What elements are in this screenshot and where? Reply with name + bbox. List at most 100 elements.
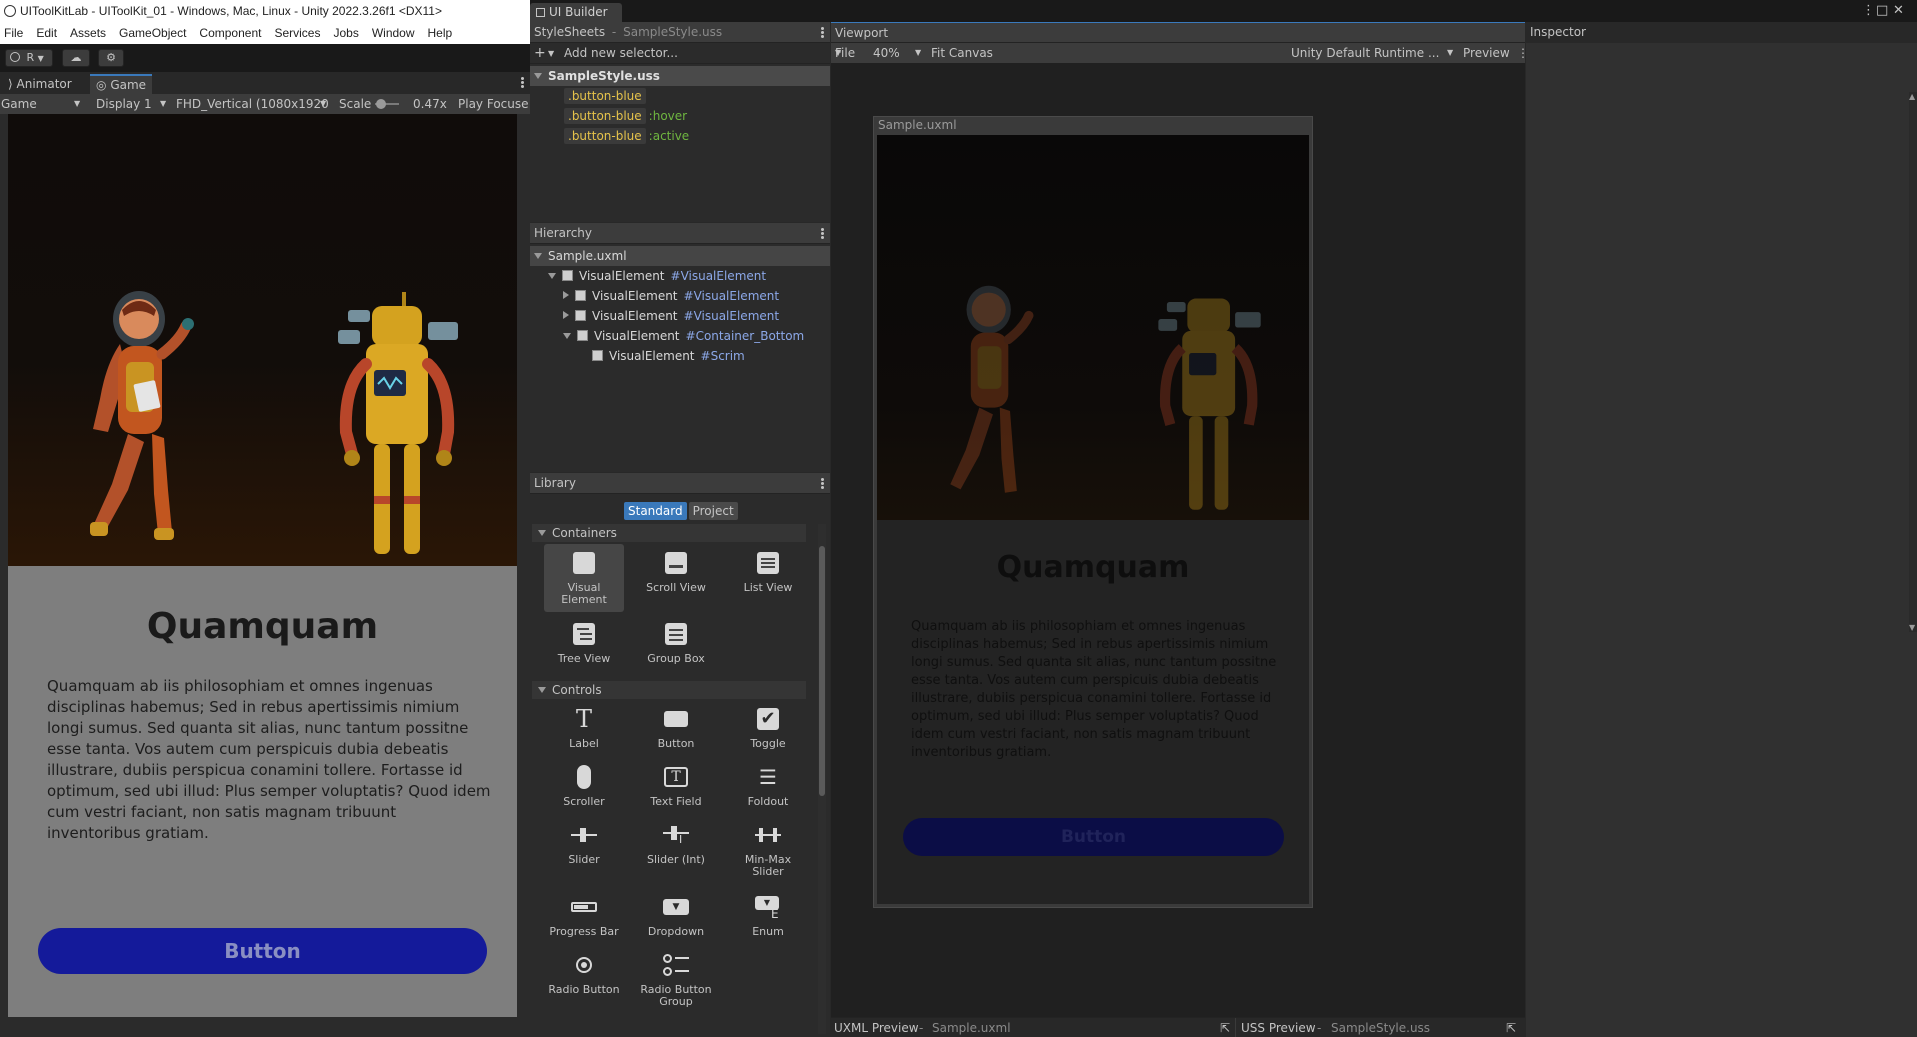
selector-row[interactable]: .button-blue:hover <box>530 106 687 126</box>
library-scroll-view[interactable]: Scroll View <box>636 544 716 598</box>
theme-dropdown[interactable]: Unity Default Runtime ... <box>1291 43 1439 63</box>
library-tree-view[interactable]: Tree View <box>544 615 624 669</box>
hierarchy-title: Hierarchy <box>534 226 593 240</box>
library-enum[interactable]: ▼ E Enum <box>728 888 808 942</box>
chevron-down-icon[interactable] <box>563 333 571 339</box>
add-selector-field[interactable]: Add new selector... <box>564 46 678 60</box>
chevron-down-icon: ▼ <box>160 99 167 108</box>
uss-preview-label[interactable]: USS Preview <box>1241 1018 1316 1037</box>
selector-row[interactable]: .button-blue:active <box>530 126 689 146</box>
scroll-down-icon[interactable]: ▼ <box>1909 623 1915 632</box>
preview-button[interactable]: Preview <box>1463 43 1510 63</box>
chevron-down-icon: ▼ <box>915 48 922 57</box>
library-item-label: Group Box <box>647 652 705 665</box>
canvas-frame[interactable]: Sample.uxml Quamquam Quamquam ab iis phi… <box>873 116 1313 908</box>
list-view-icon <box>755 550 781 576</box>
menu-window[interactable]: Window <box>372 26 415 40</box>
inspector-scrollbar[interactable]: ▲ ▼ <box>1909 92 1917 632</box>
account-button[interactable]: R ▼ <box>5 49 53 67</box>
library-group-box[interactable]: Group Box <box>636 615 716 669</box>
inspector-title: Inspector <box>1530 25 1586 39</box>
library-menu-icon[interactable] <box>821 478 824 489</box>
tab-animator[interactable]: ⟩ Animator <box>2 74 78 94</box>
containers-section[interactable]: Containers <box>532 524 806 542</box>
viewport-sample-button[interactable]: Button <box>903 818 1284 856</box>
sample-button[interactable]: Button <box>38 928 487 974</box>
play-focus-dropdown[interactable]: Play Focuse <box>458 94 529 114</box>
hierarchy-menu-icon[interactable] <box>821 228 824 239</box>
dropdown-icon: ▼ <box>663 894 689 920</box>
bottom-divider <box>1235 1018 1236 1037</box>
library-item-label: Toggle <box>750 737 786 750</box>
library-list-view[interactable]: List View <box>728 544 808 598</box>
uxml-preview-label[interactable]: UXML Preview <box>834 1018 919 1037</box>
scroll-up-icon[interactable]: ▲ <box>1909 92 1915 101</box>
chevron-down-icon <box>538 530 546 536</box>
game-tab-menu-icon[interactable] <box>521 77 524 88</box>
chevron-right-icon[interactable] <box>563 311 569 319</box>
tab-project[interactable]: Project <box>688 502 738 520</box>
hierarchy-item[interactable]: VisualElement #VisualElement <box>530 266 766 286</box>
chevron-down-icon[interactable] <box>548 273 556 279</box>
fit-canvas-button[interactable]: Fit Canvas <box>931 43 993 63</box>
settings-button[interactable]: ⚙ <box>98 49 124 67</box>
menu-jobs[interactable]: Jobs <box>333 26 358 40</box>
selector-row[interactable]: .button-blue <box>530 86 646 106</box>
menu-gameobject[interactable]: GameObject <box>119 26 186 40</box>
hierarchy-item[interactable]: VisualElement #VisualElement <box>530 286 779 306</box>
library-item-label: Button <box>657 737 695 750</box>
library-scroller[interactable]: Scroller <box>544 758 624 812</box>
library-visual-element[interactable]: Visual Element <box>544 544 624 612</box>
menu-assets[interactable]: Assets <box>70 26 106 40</box>
menu-component[interactable]: Component <box>199 26 261 40</box>
tab-standard[interactable]: Standard <box>624 502 687 520</box>
radio-button-group-icon <box>663 952 689 978</box>
menu-file[interactable]: File <box>4 26 23 40</box>
library-slider[interactable]: Slider <box>544 816 624 870</box>
library-item-label: Text Field <box>650 795 702 808</box>
viewport-title: Viewport <box>835 26 889 40</box>
hierarchy-root[interactable]: Sample.uxml <box>530 246 830 266</box>
menu-edit[interactable]: Edit <box>36 26 57 40</box>
more-options-icon[interactable]: ⋮ <box>1862 3 1875 18</box>
cloud-button[interactable]: ☁ <box>62 49 90 67</box>
menu-help[interactable]: Help <box>428 26 453 40</box>
stylesheet-row[interactable]: SampleStyle.uss <box>530 66 830 86</box>
menu-services[interactable]: Services <box>274 26 320 40</box>
library-scrollbar[interactable] <box>818 524 826 1034</box>
menu-bar: File Edit Assets GameObject Component Service… <box>0 22 530 44</box>
library-button[interactable]: Button <box>636 700 716 754</box>
library-label[interactable]: T Label <box>544 700 624 754</box>
library-foldout[interactable]: ☰ Foldout <box>728 758 808 812</box>
chevron-right-icon[interactable] <box>563 291 569 299</box>
close-icon[interactable]: ✕ <box>1893 3 1904 18</box>
library-slider-int[interactable]: I Slider (Int) <box>636 816 716 870</box>
library-text-field[interactable]: T Text Field <box>636 758 716 812</box>
library-pane: Library Standard Project Containers Visua… <box>530 473 830 1037</box>
resolution-dropdown[interactable]: FHD_Vertical (1080x1920 <box>176 94 329 114</box>
tab-game[interactable]: ◎ Game <box>90 74 153 94</box>
tab-ui-builder[interactable]: UI Builder <box>530 3 622 22</box>
library-toggle[interactable]: ✔ Toggle <box>728 700 808 754</box>
maximize-icon[interactable]: □ <box>1876 3 1888 18</box>
library-min-max-slider[interactable]: Min-Max Slider <box>728 816 808 880</box>
library-radio-button-group[interactable]: Radio Button Group <box>636 946 716 1010</box>
open-external-icon[interactable]: ⇱ <box>1220 1018 1230 1037</box>
hierarchy-item[interactable]: VisualElement #Container_Bottom <box>530 326 804 346</box>
stylesheets-menu-icon[interactable] <box>821 27 824 38</box>
display-dropdown[interactable]: Display 1 <box>96 94 152 114</box>
library-scrollbar-thumb[interactable] <box>819 546 825 796</box>
library-dropdown[interactable]: ▼ Dropdown <box>636 888 716 942</box>
hierarchy-item[interactable]: VisualElement #VisualElement <box>530 306 779 326</box>
element-type: VisualElement <box>592 289 678 303</box>
hierarchy-item[interactable]: VisualElement #Scrim <box>530 346 745 366</box>
chevron-down-icon: ▼ <box>1447 48 1454 57</box>
library-progress-bar[interactable]: Progress Bar <box>544 888 624 942</box>
open-external-icon[interactable]: ⇱ <box>1506 1018 1516 1037</box>
controls-section[interactable]: Controls <box>532 681 806 699</box>
chevron-down-icon[interactable]: ▼ <box>548 49 554 58</box>
stylesheets-header: StyleSheets - SampleStyle.uss <box>530 22 830 43</box>
scale-slider-thumb[interactable] <box>375 99 386 109</box>
plus-icon[interactable]: + <box>534 45 546 61</box>
library-radio-button[interactable]: Radio Button <box>544 946 624 1000</box>
